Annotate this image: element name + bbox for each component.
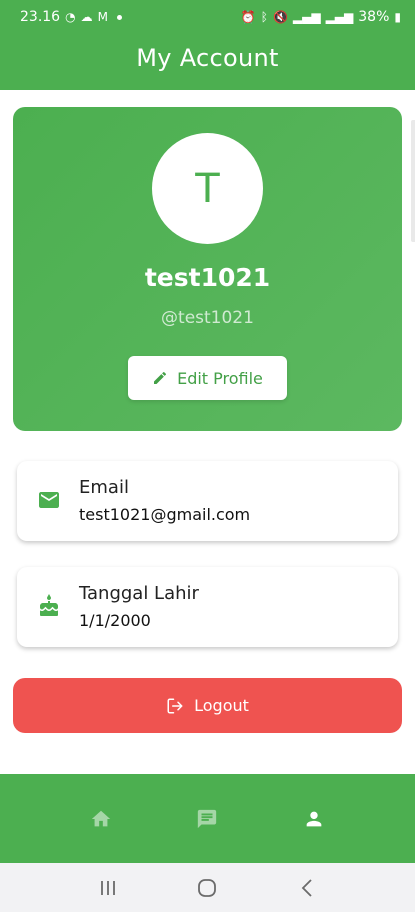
username: test1021 xyxy=(144,263,271,292)
user-handle: @test1021 xyxy=(161,308,254,328)
profile-card: T test1021 @test1021 Edit Profile xyxy=(13,107,402,431)
recent-apps-icon xyxy=(100,880,115,895)
page-title: My Account xyxy=(136,44,279,72)
birthdate-value: 1/1/2000 xyxy=(79,611,151,630)
status-time: 23.16 xyxy=(20,9,61,25)
gmail-icon: M xyxy=(97,10,108,24)
battery-text: 38% xyxy=(358,9,390,25)
email-value: test1021@gmail.com xyxy=(79,505,251,524)
bottom-navigation xyxy=(0,774,415,863)
logout-icon xyxy=(167,698,183,713)
logout-label: Logout xyxy=(194,696,249,715)
nav-account[interactable] xyxy=(294,799,334,839)
signal-4g-icon: ▂▄▆ xyxy=(325,10,354,24)
back-chevron-icon xyxy=(301,878,312,897)
logout-button[interactable]: Logout xyxy=(13,678,402,733)
chat-icon xyxy=(198,809,217,828)
edit-profile-button[interactable]: Edit Profile xyxy=(128,356,287,400)
alarm-icon: ⏰ xyxy=(240,10,256,24)
avatar: T xyxy=(152,133,263,244)
app-header: 23.16 ◔ ☁ M ⏰ ᛒ 🔇 ▂▄▆ ▂▄▆ 38% ▮ My Accou… xyxy=(0,0,415,90)
recent-apps-button[interactable] xyxy=(93,873,123,903)
nav-chat[interactable] xyxy=(187,799,227,839)
email-icon xyxy=(39,492,59,508)
nav-home[interactable] xyxy=(81,799,121,839)
cake-icon xyxy=(40,594,58,616)
pencil-icon xyxy=(154,371,167,384)
person-icon xyxy=(306,811,322,826)
notification-dot-icon xyxy=(116,14,122,20)
birthdate-card: Tanggal Lahir 1/1/2000 xyxy=(17,567,398,647)
bluetooth-icon: ᛒ xyxy=(260,10,268,24)
back-button[interactable] xyxy=(292,873,322,903)
edit-profile-label: Edit Profile xyxy=(177,368,263,388)
whatsapp-icon: ◔ xyxy=(65,10,76,24)
email-card: Email test1021@gmail.com xyxy=(17,461,398,541)
signal-icon: ▂▄▆ xyxy=(292,10,321,24)
cloud-icon: ☁ xyxy=(80,10,93,24)
system-navigation-bar xyxy=(0,863,415,912)
status-bar: 23.16 ◔ ☁ M ⏰ ᛒ 🔇 ▂▄▆ ▂▄▆ 38% ▮ xyxy=(0,0,415,34)
battery-icon: ▮ xyxy=(394,10,401,24)
edge-panel-handle[interactable] xyxy=(411,120,415,242)
mute-icon: 🔇 xyxy=(272,10,288,24)
birthdate-label: Tanggal Lahir xyxy=(79,583,199,604)
home-button[interactable] xyxy=(192,873,222,903)
email-label: Email xyxy=(79,477,129,498)
home-circle-icon xyxy=(198,878,217,897)
home-icon xyxy=(91,810,111,826)
